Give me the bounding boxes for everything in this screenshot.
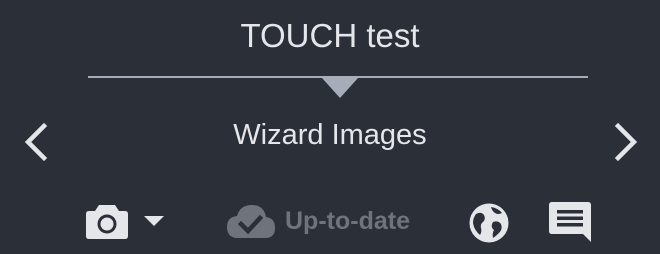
section-title: Wizard Images xyxy=(233,119,427,151)
comment-button[interactable] xyxy=(548,201,592,243)
camera-icon xyxy=(86,205,128,239)
globe-button[interactable] xyxy=(468,202,510,244)
sync-status-label: Up-to-date xyxy=(285,206,410,235)
chevron-right-icon xyxy=(614,122,638,162)
cloud-check-icon xyxy=(227,205,275,238)
comment-icon xyxy=(549,202,591,242)
globe-icon xyxy=(469,203,509,243)
next-button[interactable] xyxy=(610,122,642,162)
sync-status: Up-to-date xyxy=(226,200,410,242)
camera-menu-button[interactable] xyxy=(143,214,165,228)
caret-down-icon xyxy=(144,216,164,226)
page-title: TOUCH test xyxy=(240,17,420,54)
divider-pointer xyxy=(322,78,358,98)
camera-button[interactable] xyxy=(85,202,129,240)
